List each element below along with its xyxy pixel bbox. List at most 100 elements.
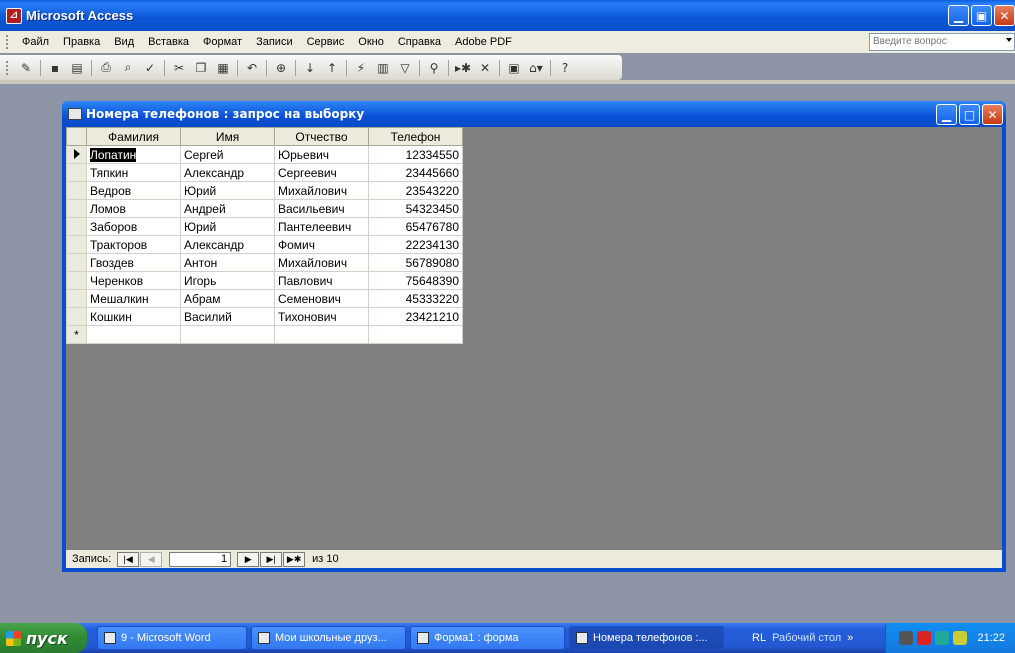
cell-name[interactable]: Антон — [180, 253, 275, 272]
table-row[interactable]: Черенков Игорь Павлович 75648390 — [66, 271, 463, 290]
cell-patronymic[interactable]: Семенович — [274, 289, 369, 308]
row-selector[interactable] — [66, 181, 87, 200]
database-window-icon[interactable]: ▣ — [503, 58, 525, 78]
menu-format[interactable]: Формат — [196, 36, 249, 48]
cell-phone[interactable]: 45333220 — [368, 289, 463, 308]
row-selector[interactable] — [66, 253, 87, 272]
help-icon[interactable]: ? — [554, 58, 576, 78]
column-header-surname[interactable]: Фамилия — [86, 127, 181, 146]
cell-surname[interactable]: Кошкин — [86, 307, 181, 326]
row-selector[interactable] — [66, 217, 87, 236]
menu-tools[interactable]: Сервис — [300, 36, 352, 48]
cell-phone[interactable]: 12334550 — [368, 145, 463, 164]
cell-name[interactable]: Юрий — [180, 181, 275, 200]
quick-rl[interactable]: RL — [752, 632, 766, 644]
cell-patronymic[interactable]: Михайлович — [274, 181, 369, 200]
menu-help[interactable]: Справка — [391, 36, 448, 48]
sort-ascending-icon[interactable]: ↓ — [299, 58, 321, 78]
antivirus-icon[interactable] — [917, 631, 932, 645]
close-button[interactable]: ✕ — [994, 5, 1015, 26]
cell-surname[interactable]: Заборов — [86, 217, 181, 236]
cell-surname[interactable]: Тяпкин — [86, 163, 181, 182]
column-header-patronymic[interactable]: Отчество — [274, 127, 369, 146]
filter-by-selection-icon[interactable]: ⚡ — [350, 58, 372, 78]
menu-window[interactable]: Окно — [351, 36, 391, 48]
cell-name[interactable]: Игорь — [180, 271, 275, 290]
delete-record-icon[interactable]: ✕ — [474, 58, 496, 78]
toolbar-grip[interactable] — [6, 60, 9, 75]
clock[interactable]: 21:22 — [977, 632, 1005, 644]
row-selector[interactable] — [66, 145, 87, 164]
cell-name[interactable]: Сергей — [180, 145, 275, 164]
row-selector[interactable] — [66, 199, 87, 218]
empty-cell[interactable] — [274, 325, 369, 344]
minimize-button[interactable]: ▁ — [948, 5, 969, 26]
undo-icon[interactable]: ↶ — [241, 58, 263, 78]
menu-records[interactable]: Записи — [249, 36, 300, 48]
empty-cell[interactable] — [180, 325, 275, 344]
cell-name[interactable]: Александр — [180, 235, 275, 254]
cell-patronymic[interactable]: Васильевич — [274, 199, 369, 218]
start-button[interactable]: пуск — [0, 623, 87, 653]
current-record-field[interactable]: 1 — [169, 551, 232, 567]
cell-phone[interactable]: 75648390 — [368, 271, 463, 290]
row-selector[interactable] — [66, 163, 87, 182]
cell-surname[interactable]: Мешалкин — [86, 289, 181, 308]
row-selector[interactable] — [66, 271, 87, 290]
task-form1[interactable]: Форма1 : форма — [410, 626, 565, 650]
cell-phone[interactable]: 65476780 — [368, 217, 463, 236]
menu-file[interactable]: Файл — [15, 36, 56, 48]
child-close-button[interactable]: ✕ — [982, 104, 1003, 125]
cell-surname[interactable]: Ведров — [86, 181, 181, 200]
cell-phone[interactable]: 23421210 — [368, 307, 463, 326]
child-minimize-button[interactable]: ▁ — [936, 104, 957, 125]
row-selector[interactable] — [66, 307, 87, 326]
cell-surname[interactable]: Ломов — [86, 199, 181, 218]
cell-patronymic[interactable]: Сергеевич — [274, 163, 369, 182]
cell-surname[interactable]: Лопатин — [86, 145, 181, 164]
child-maximize-button[interactable]: □ — [959, 104, 980, 125]
menu-adobe-pdf[interactable]: Adobe PDF — [448, 36, 519, 48]
new-record-selector[interactable]: * — [66, 325, 87, 344]
menu-edit[interactable]: Правка — [56, 36, 107, 48]
table-row[interactable]: Мешалкин Абрам Семенович 45333220 — [66, 289, 463, 308]
column-header-name[interactable]: Имя — [180, 127, 275, 146]
sort-descending-icon[interactable]: ↑ — [321, 58, 343, 78]
cell-phone[interactable]: 54323450 — [368, 199, 463, 218]
first-record-button[interactable]: |◀ — [117, 551, 140, 567]
task-word[interactable]: 9 - Microsoft Word — [97, 626, 247, 650]
previous-record-button[interactable]: ◀ — [140, 551, 163, 567]
last-record-button[interactable]: ▶| — [260, 551, 283, 567]
cell-patronymic[interactable]: Тихонович — [274, 307, 369, 326]
new-record-icon[interactable]: ▸✱ — [452, 58, 474, 78]
cell-phone[interactable]: 23445660 — [368, 163, 463, 182]
cell-name[interactable]: Абрам — [180, 289, 275, 308]
table-row[interactable]: Тяпкин Александр Сергеевич 23445660 — [66, 163, 463, 182]
maximize-button[interactable]: ▣ — [971, 5, 992, 26]
search-file-icon[interactable]: ▤ — [66, 58, 88, 78]
cell-phone[interactable]: 22234130 — [368, 235, 463, 254]
cell-name[interactable]: Андрей — [180, 199, 275, 218]
menu-view[interactable]: Вид — [107, 36, 141, 48]
table-row[interactable]: Тракторов Александр Фомич 22234130 — [66, 235, 463, 254]
table-row[interactable]: Лопатин Сергей Юрьевич 12334550 — [66, 145, 463, 164]
cell-surname[interactable]: Тракторов — [86, 235, 181, 254]
print-preview-icon[interactable]: ⌕ — [117, 58, 139, 78]
cell-patronymic[interactable]: Павлович — [274, 271, 369, 290]
empty-cell[interactable] — [368, 325, 463, 344]
cell-patronymic[interactable]: Михайлович — [274, 253, 369, 272]
menu-grip[interactable] — [6, 35, 9, 49]
cell-phone[interactable]: 56789080 — [368, 253, 463, 272]
volume-icon[interactable] — [899, 631, 914, 645]
print-icon[interactable]: ⎙ — [95, 58, 117, 78]
empty-cell[interactable] — [86, 325, 181, 344]
table-row[interactable]: Гвоздев Антон Михайлович 56789080 — [66, 253, 463, 272]
cell-phone[interactable]: 23543220 — [368, 181, 463, 200]
filter-by-form-icon[interactable]: ▥ — [372, 58, 394, 78]
copy-icon[interactable]: ❐ — [190, 58, 212, 78]
desktop-toolbar[interactable]: Рабочий стол — [772, 632, 841, 644]
cell-patronymic[interactable]: Фомич — [274, 235, 369, 254]
query-icon[interactable] — [68, 108, 82, 120]
battery-icon[interactable] — [953, 631, 968, 645]
paste-icon[interactable]: ▦ — [212, 58, 234, 78]
